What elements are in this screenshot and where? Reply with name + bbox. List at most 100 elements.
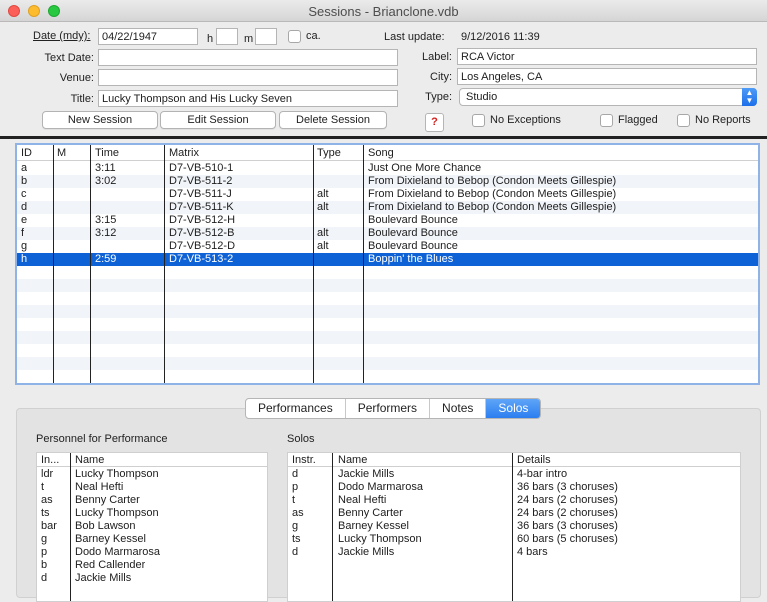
minute-field[interactable]: [255, 28, 277, 45]
table-row[interactable]: d Jackie Mills: [37, 572, 267, 585]
cell-matrix: D7-VB-511-2: [169, 175, 233, 187]
cell-instrument: b: [41, 559, 48, 571]
window-title: Sessions - Brianclone.vdb: [308, 4, 459, 19]
empty-row: [17, 383, 758, 385]
cell-name: Red Callender: [75, 559, 146, 571]
column-header-instrument[interactable]: In...: [41, 454, 59, 466]
cell-matrix: D7-VB-513-2: [169, 253, 234, 265]
solos-title: Solos: [287, 433, 315, 445]
table-row[interactable]: p Dodo Marmarosa 36 bars (3 choruses): [288, 481, 740, 494]
table-row[interactable]: ts Lucky Thompson: [37, 507, 267, 520]
table-row[interactable]: b 3:02 D7-VB-511-2 From Dixieland to Bebop …: [17, 175, 758, 188]
date-field[interactable]: 04/22/1947: [98, 28, 198, 45]
cell-name: Neal Hefti: [75, 481, 124, 493]
table-row[interactable]: as Benny Carter 24 bars (2 choruses): [288, 507, 740, 520]
edit-session-button[interactable]: Edit Session: [160, 111, 276, 129]
venue-field[interactable]: [98, 69, 398, 86]
title-field[interactable]: Lucky Thompson and His Lucky Seven: [98, 90, 398, 107]
cell-type: alt: [317, 240, 329, 252]
text-date-field[interactable]: [98, 49, 398, 66]
column-divider: [164, 145, 165, 383]
no-reports-checkbox[interactable]: [677, 114, 690, 127]
table-row[interactable]: c D7-VB-511-J alt From Dixieland to Bebop (…: [17, 188, 758, 201]
empty-row: [17, 305, 758, 318]
tab-performances[interactable]: Performances: [246, 399, 346, 418]
tab-notes[interactable]: Notes: [430, 399, 487, 418]
table-header: ID M Time Matrix Type Song: [17, 145, 758, 161]
table-row[interactable]: t Neal Hefti: [37, 481, 267, 494]
cell-time: 2:59: [95, 253, 117, 265]
city-field[interactable]: Los Angeles, CA: [457, 68, 757, 85]
column-divider: [363, 145, 364, 383]
column-header-name[interactable]: Name: [338, 454, 367, 466]
cell-song: Boulevard Bounce: [368, 214, 458, 226]
table-row[interactable]: g Barney Kessel: [37, 533, 267, 546]
table-row[interactable]: f 3:12 D7-VB-512-B alt Boulevard Bounce: [17, 227, 758, 240]
new-session-button[interactable]: New Session: [42, 111, 158, 129]
empty-row: [17, 279, 758, 292]
table-row[interactable]: ts Lucky Thompson 60 bars (5 choruses): [288, 533, 740, 546]
help-button[interactable]: ?: [425, 113, 444, 132]
cell-time: 3:15: [95, 214, 117, 226]
tab-performers[interactable]: Performers: [346, 399, 431, 418]
circa-checkbox[interactable]: [288, 30, 301, 43]
column-divider: [313, 145, 314, 383]
table-row[interactable]: a 3:11 D7-VB-510-1 Just One More Chance: [17, 162, 758, 175]
flagged-checkbox[interactable]: [600, 114, 613, 127]
table-row[interactable]: p Dodo Marmarosa: [37, 546, 267, 559]
cell-name: Jackie Mills: [75, 572, 132, 584]
hour-label: h: [207, 33, 214, 45]
cell-name: Lucky Thompson: [338, 533, 422, 545]
table-row[interactable]: h 2:59 D7-VB-513-2 Boppin' the Blues: [17, 253, 758, 266]
performances-table[interactable]: ID M Time Matrix Type Song a 3:11 D7-VB-510-1 Ju…: [15, 143, 760, 385]
cell-details: 36 bars (3 choruses): [517, 520, 618, 532]
flagged-label: Flagged: [618, 114, 658, 126]
personnel-table[interactable]: In... Name ldr Lucky Thompson t Neal Hefti as B…: [36, 452, 268, 602]
table-row[interactable]: g Barney Kessel 36 bars (3 choruses): [288, 520, 740, 533]
cell-name: Benny Carter: [75, 494, 140, 506]
date-label[interactable]: Date (mdy):: [33, 30, 90, 42]
cell-details: 60 bars (5 choruses): [517, 533, 618, 545]
column-header-matrix[interactable]: Matrix: [169, 147, 199, 159]
table-row[interactable]: b Red Callender: [37, 559, 267, 572]
table-row[interactable]: g D7-VB-512-D alt Boulevard Bounce: [17, 240, 758, 253]
delete-session-button[interactable]: Delete Session: [279, 111, 387, 129]
cell-instrument: d: [292, 546, 299, 558]
column-header-id[interactable]: ID: [21, 147, 32, 159]
column-header-name[interactable]: Name: [75, 454, 104, 466]
cell-matrix: D7-VB-512-B: [169, 227, 235, 239]
column-header-type[interactable]: Type: [317, 147, 341, 159]
detail-panel: Personnel for Performance Solos In... Nam…: [0, 388, 767, 602]
column-header-details[interactable]: Details: [517, 454, 551, 466]
table-row[interactable]: d Jackie Mills 4 bars: [288, 546, 740, 559]
table-row[interactable]: e 3:15 D7-VB-512-H Boulevard Bounce: [17, 214, 758, 227]
empty-row: [17, 292, 758, 305]
updown-chevron-icon: ▲ ▼: [742, 88, 757, 106]
cell-id: a: [21, 162, 28, 174]
cell-name: Jackie Mills: [338, 546, 395, 558]
no-exceptions-checkbox[interactable]: [472, 114, 485, 127]
solos-table[interactable]: Instr. Name Details d Jackie Mills 4-bar intr…: [287, 452, 741, 602]
column-header-song[interactable]: Song: [368, 147, 394, 159]
column-header-instrument[interactable]: Instr.: [292, 454, 316, 466]
title-bar: Sessions - Brianclone.vdb: [0, 0, 767, 22]
cell-id: e: [21, 214, 28, 226]
minute-label: m: [244, 33, 254, 45]
table-row[interactable]: ldr Lucky Thompson: [37, 468, 267, 481]
table-row[interactable]: bar Bob Lawson: [37, 520, 267, 533]
table-row[interactable]: t Neal Hefti 24 bars (2 choruses): [288, 494, 740, 507]
type-select[interactable]: Studio ▲ ▼: [459, 88, 757, 106]
column-header-m[interactable]: M: [57, 147, 66, 159]
tab-solos[interactable]: Solos: [486, 399, 541, 418]
column-header-time[interactable]: Time: [95, 147, 119, 159]
label-field[interactable]: RCA Victor: [457, 48, 757, 65]
table-header: In... Name: [37, 453, 267, 467]
no-exceptions-label: No Exceptions: [490, 114, 561, 126]
cell-song: Just One More Chance: [368, 162, 482, 174]
table-row[interactable]: d D7-VB-511-K alt From Dixieland to Bebop (…: [17, 201, 758, 214]
hour-field[interactable]: [216, 28, 238, 45]
table-row[interactable]: as Benny Carter: [37, 494, 267, 507]
empty-row: [17, 370, 758, 383]
table-row[interactable]: d Jackie Mills 4-bar intro: [288, 468, 740, 481]
cell-id: c: [21, 188, 27, 200]
